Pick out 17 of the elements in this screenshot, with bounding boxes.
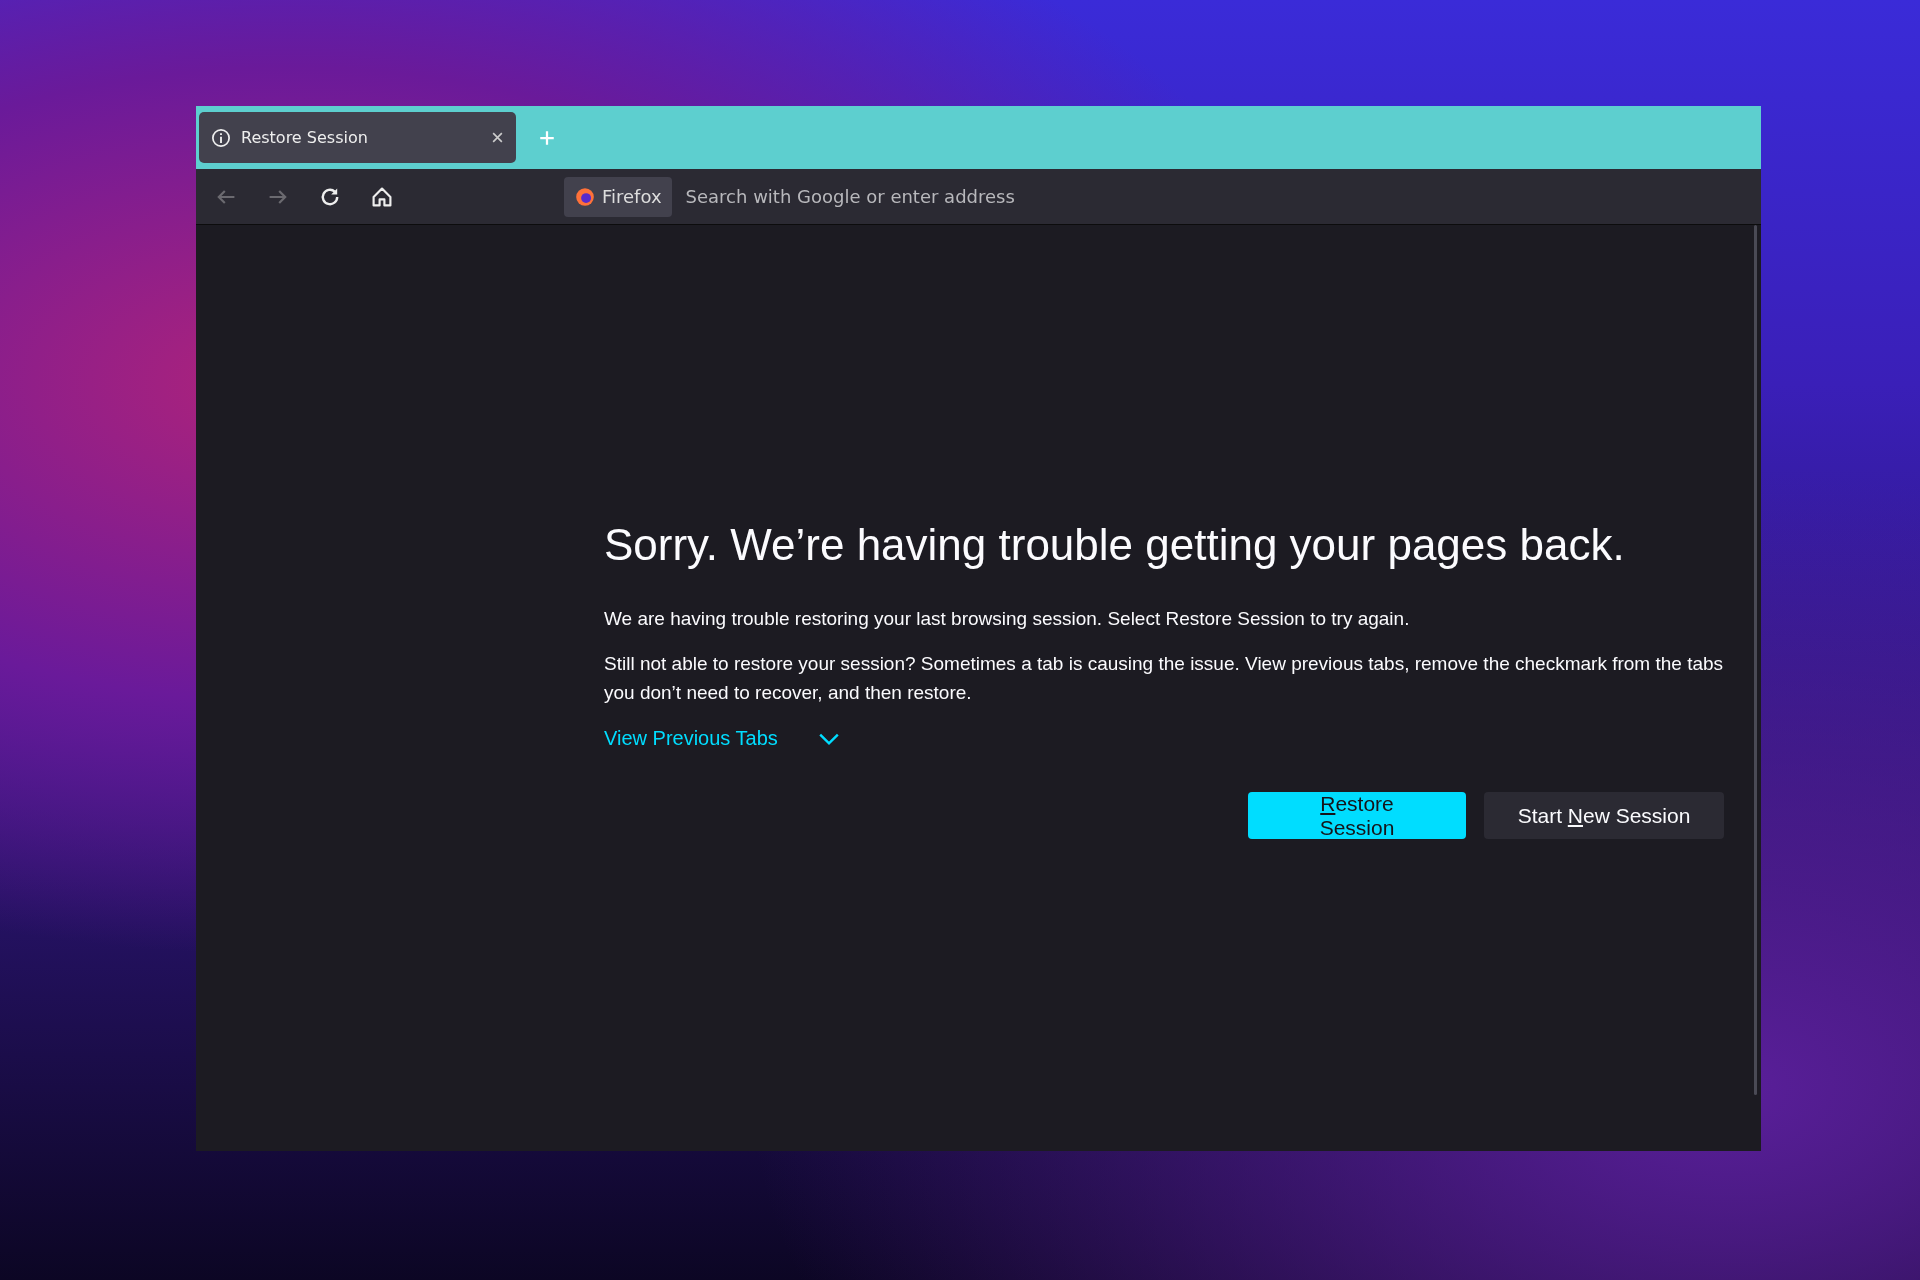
- address-field[interactable]: Search with Google or enter address: [683, 185, 1184, 208]
- identity-label: Firefox: [602, 186, 662, 207]
- browser-logo-icon: [574, 185, 596, 208]
- message-paragraph: Still not able to restore your session? Sometimes a tab is causing the issue. View previous tabs, remove the checkmark from the tabs you don’t need to recover, and then restore.: [604, 652, 1724, 705]
- identity-box[interactable]: Firefox: [564, 176, 672, 217]
- message-paragraph: We are having trouble restoring your last browsing session. Select Restore Session to try again.: [604, 607, 1411, 631]
- browser-tab[interactable]: Restore Session: [199, 112, 516, 163]
- start-new-session-button[interactable]: Start New Session: [1484, 792, 1724, 839]
- close-icon[interactable]: [491, 131, 504, 144]
- scrollbar[interactable]: [1754, 225, 1757, 1095]
- info-icon: [211, 127, 231, 148]
- address-bar[interactable]: Firefox Search with Google or enter address: [564, 176, 1761, 217]
- error-heading: Sorry. We’re having trouble getting your pages back.: [604, 520, 1626, 570]
- chevron-icon[interactable]: [817, 731, 840, 746]
- tab-title: Restore Session: [241, 128, 369, 147]
- view-previous-tabs-link[interactable]: View Previous Tabs: [604, 727, 778, 750]
- restore-session-button[interactable]: Restore Session: [1248, 792, 1466, 839]
